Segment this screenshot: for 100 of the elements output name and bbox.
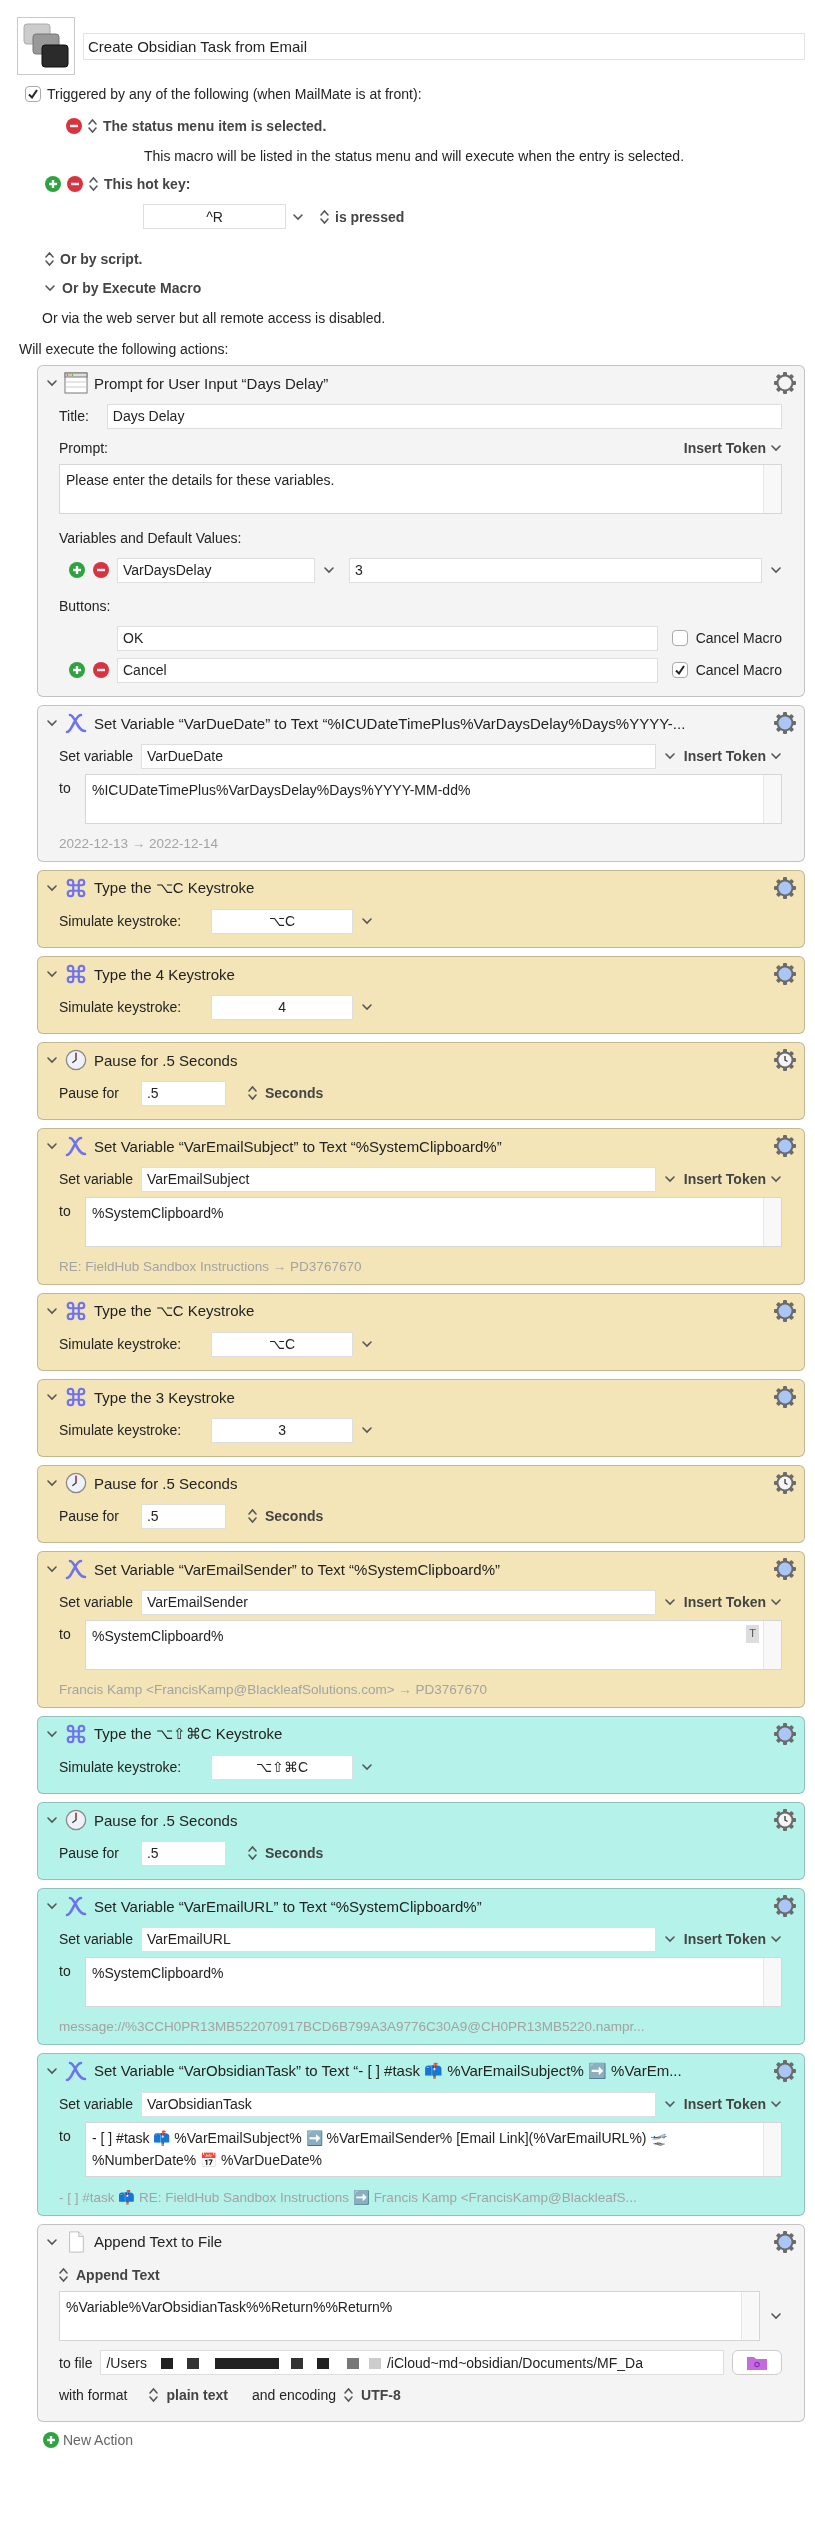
title-field[interactable]: Days Delay <box>106 403 782 429</box>
disclosure-icon[interactable] <box>46 1900 58 1912</box>
settings-icon[interactable] <box>773 962 797 986</box>
settings-icon[interactable] <box>773 1134 797 1158</box>
stepper-icon[interactable] <box>59 2266 68 2283</box>
dropdown-chevron-icon[interactable] <box>663 2098 676 2110</box>
keystroke-field[interactable]: ⌥C <box>211 1331 354 1357</box>
macro-name-field[interactable]: Create Obsidian Task from Email <box>83 32 805 60</box>
stepper-icon[interactable] <box>247 1085 257 1101</box>
dropdown-chevron-icon[interactable] <box>323 564 335 576</box>
settings-icon[interactable] <box>773 1894 797 1918</box>
disclosure-icon[interactable] <box>46 1563 58 1575</box>
chevron-icon[interactable] <box>770 1596 782 1608</box>
duration-field[interactable]: .5 <box>140 1503 226 1529</box>
settings-icon[interactable] <box>773 711 797 735</box>
condition-popup[interactable]: is pressed <box>335 208 405 225</box>
dropdown-chevron-icon[interactable] <box>663 1596 676 1608</box>
text-field[interactable]: %SystemClipboard% <box>85 1197 782 1247</box>
checkbox[interactable] <box>671 630 688 646</box>
default-value-field[interactable]: 3 <box>349 557 762 583</box>
checkbox[interactable] <box>671 662 688 678</box>
unit-popup[interactable]: Seconds <box>264 1845 324 1861</box>
settings-icon[interactable] <box>773 2059 797 2083</box>
checkbox[interactable] <box>25 86 41 102</box>
dropdown-chevron-icon[interactable] <box>361 1338 374 1350</box>
chevron-icon[interactable] <box>770 750 782 762</box>
settings-icon[interactable] <box>773 1557 797 1581</box>
prompt-field[interactable]: Please enter the details for these variables. <box>59 464 782 514</box>
chevron-icon[interactable] <box>770 1173 782 1185</box>
dropdown-chevron-icon[interactable] <box>663 1173 676 1185</box>
unit-popup[interactable]: Seconds <box>264 1508 324 1524</box>
keystroke-field[interactable]: 3 <box>211 1417 354 1443</box>
duration-field[interactable]: .5 <box>140 1080 226 1106</box>
clock-gear-icon[interactable] <box>773 1808 797 1832</box>
settings-icon[interactable] <box>773 2229 797 2254</box>
disclosure-icon[interactable] <box>46 1140 58 1152</box>
disclosure-icon[interactable] <box>46 1391 58 1403</box>
stepper-icon[interactable] <box>89 176 98 192</box>
stepper-icon[interactable] <box>344 2386 353 2403</box>
disclosure-icon[interactable] <box>46 1814 58 1826</box>
settings-icon[interactable] <box>773 1299 797 1323</box>
remove-icon[interactable] <box>67 176 83 192</box>
disclosure-icon[interactable] <box>46 968 58 980</box>
settings-icon[interactable] <box>773 371 797 395</box>
keystroke-field[interactable]: 4 <box>211 994 354 1020</box>
add-icon[interactable] <box>43 2431 59 2448</box>
variable-field[interactable]: VarDueDate <box>140 743 656 769</box>
stepper-icon[interactable] <box>320 208 329 225</box>
stepper-icon[interactable] <box>247 1508 257 1524</box>
unit-popup[interactable]: Seconds <box>264 1085 324 1101</box>
clock-gear-icon[interactable] <box>773 1048 797 1072</box>
settings-icon[interactable] <box>773 876 797 900</box>
chevron-icon[interactable] <box>770 1933 782 1945</box>
button-name-field[interactable]: OK <box>117 625 658 651</box>
text-field[interactable]: %ICUDateTimePlus%VarDaysDelay%Days%YYYY-MM-dd% <box>85 774 782 824</box>
stepper-icon[interactable] <box>88 118 97 134</box>
keystroke-field[interactable]: ⌥C <box>211 908 354 934</box>
stepper-icon[interactable] <box>149 2386 159 2403</box>
trigger-popup[interactable]: Or by script. <box>60 251 143 267</box>
disclosure-icon[interactable] <box>46 2065 58 2077</box>
duration-field[interactable]: .5 <box>140 1840 226 1866</box>
macro-icon[interactable] <box>17 17 75 75</box>
insert-token-menu[interactable]: Insert Token <box>683 1931 782 1947</box>
disclosure-icon[interactable] <box>46 1728 58 1740</box>
mode-popup[interactable]: Append Text <box>76 2266 160 2283</box>
hotkey-field[interactable]: ^R <box>143 204 286 229</box>
new-action-link[interactable]: New Action <box>63 2431 134 2448</box>
trigger-popup[interactable]: This hot key: <box>104 176 191 192</box>
disclosure-icon[interactable] <box>46 1305 58 1317</box>
add-icon[interactable] <box>69 562 85 578</box>
variable-name-field[interactable]: VarDaysDelay <box>117 557 315 583</box>
clock-gear-icon[interactable] <box>773 1471 797 1495</box>
remove-icon[interactable] <box>66 118 82 134</box>
choose-file-button[interactable] <box>732 2350 782 2376</box>
trigger-popup[interactable]: The status menu item is selected. <box>103 118 327 134</box>
settings-icon[interactable] <box>773 1722 797 1746</box>
disclosure-icon[interactable] <box>46 1477 58 1489</box>
stepper-icon[interactable] <box>45 251 54 267</box>
file-path-field[interactable]: /Users /iCloud~md~obsidian/Documents/MF_Da <box>100 2350 724 2376</box>
add-icon[interactable] <box>69 662 85 678</box>
insert-token-menu[interactable]: Insert Token <box>683 1171 782 1187</box>
dropdown-chevron-icon[interactable] <box>361 1761 374 1773</box>
settings-icon[interactable] <box>773 1385 797 1409</box>
remove-icon[interactable] <box>93 562 109 578</box>
dropdown-chevron-icon[interactable] <box>361 1001 374 1013</box>
insert-token-menu[interactable]: Insert Token <box>683 440 782 456</box>
variable-field[interactable]: VarObsidianTask <box>140 2091 656 2117</box>
add-icon[interactable] <box>45 176 61 192</box>
disclosure-icon[interactable] <box>46 882 58 894</box>
text-field[interactable]: %SystemClipboard% <box>85 1957 782 2007</box>
variable-field[interactable]: VarEmailSubject <box>140 1166 656 1192</box>
variable-field[interactable]: VarEmailSender <box>140 1589 656 1615</box>
chevron-icon[interactable] <box>770 442 782 454</box>
insert-token-menu[interactable]: Insert Token <box>683 1594 782 1610</box>
dropdown-chevron-icon[interactable] <box>361 1424 374 1436</box>
stepper-icon[interactable] <box>247 1845 257 1861</box>
encoding-popup[interactable]: UTF-8 <box>361 2386 401 2403</box>
button-name-field[interactable]: Cancel <box>117 657 658 683</box>
dropdown-chevron-icon[interactable] <box>663 750 676 762</box>
text-field[interactable]: %Variable%VarObsidianTask%%Return%%Return% <box>59 2290 760 2341</box>
